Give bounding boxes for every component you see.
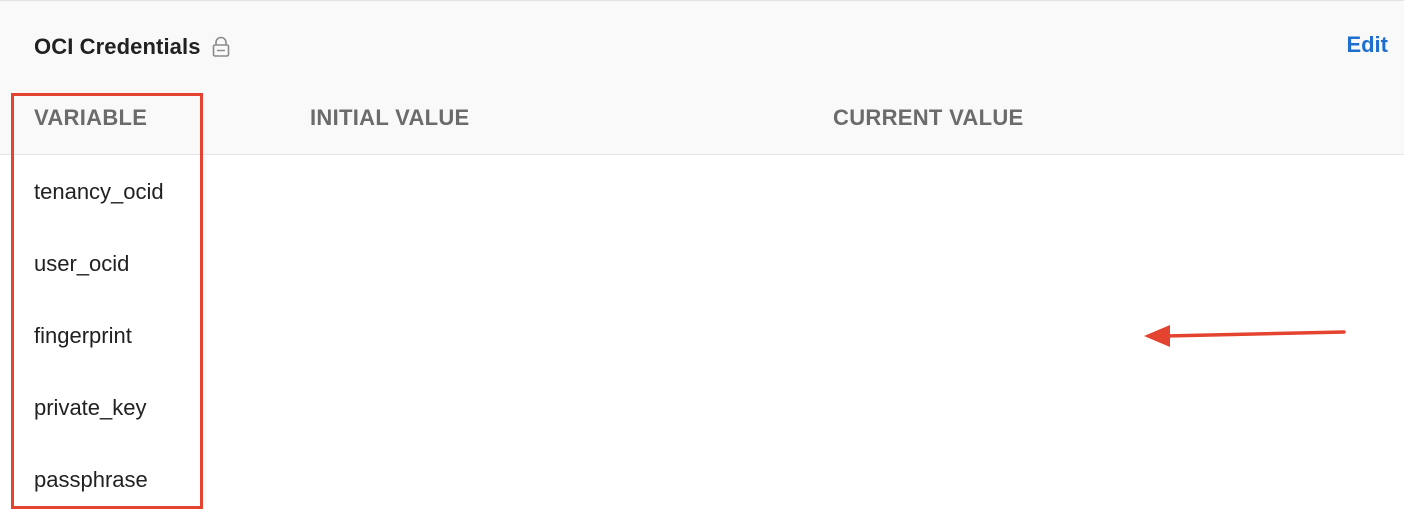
table-row-variable[interactable]: private_key	[34, 395, 147, 421]
column-header-variable: VARIABLE	[34, 105, 148, 130]
table-row-variable[interactable]: tenancy_ocid	[34, 179, 164, 205]
panel-title: OCI Credentials	[34, 34, 201, 59]
highlight-box	[11, 93, 203, 509]
arrow-left-icon	[1144, 325, 1346, 347]
column-header-initial-value: INITIAL VALUE	[310, 105, 470, 130]
panel-header	[0, 1, 1404, 155]
edit-button[interactable]: Edit	[1346, 32, 1388, 58]
table-row-variable[interactable]: passphrase	[34, 467, 148, 493]
title-row: OCI Credentials	[34, 32, 231, 62]
lock-icon	[212, 36, 229, 57]
table-row-variable[interactable]: fingerprint	[34, 323, 132, 349]
table-row-variable[interactable]: user_ocid	[34, 251, 129, 277]
column-header-current-value: CURRENT VALUE	[833, 105, 1024, 130]
environment-panel: OCI Credentials Edit VARIABLE INITIAL VA…	[0, 0, 1404, 518]
